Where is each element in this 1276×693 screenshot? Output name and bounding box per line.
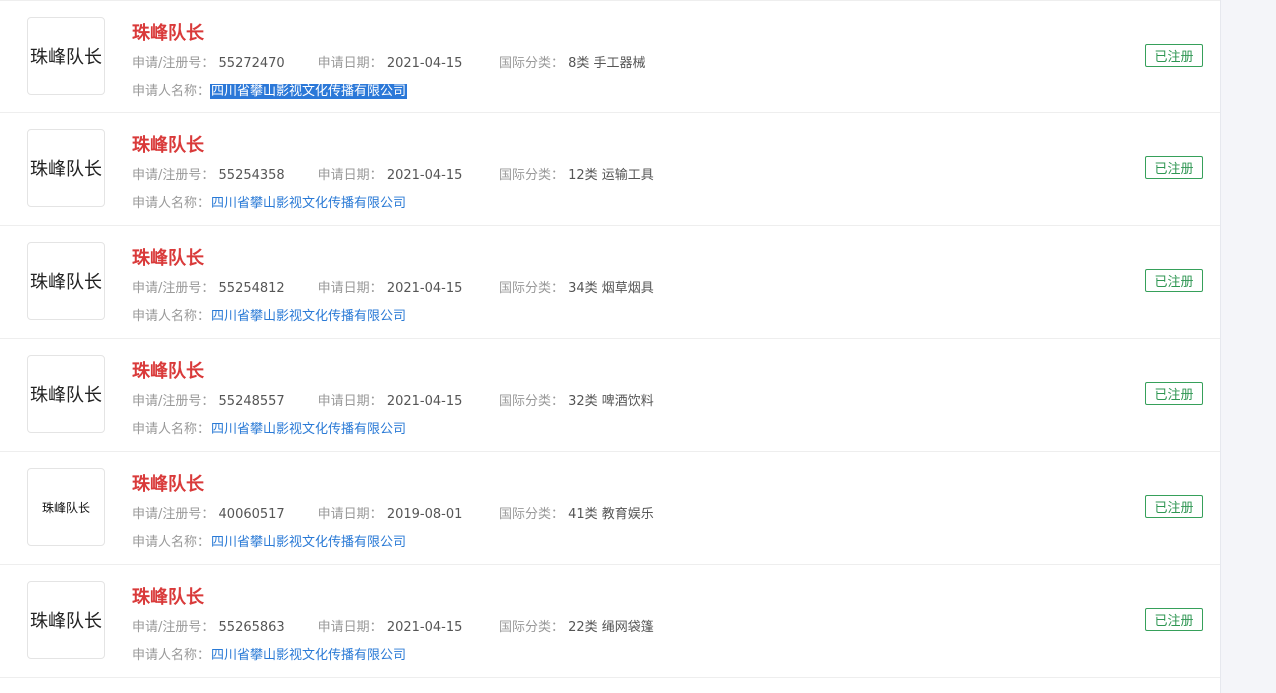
trademark-name[interactable]: 珠峰队长 (132, 470, 204, 496)
status-badge: 已注册 (1145, 44, 1203, 67)
class-value: 22类 绳网袋篷 (568, 620, 654, 635)
logo-text: 珠峰队长 (30, 385, 102, 406)
applicant-link[interactable]: 四川省攀山影视文化传播有限公司 (210, 84, 408, 99)
status-badge: 已注册 (1145, 156, 1203, 179)
applicant-link[interactable]: 四川省攀山影视文化传播有限公司 (210, 648, 407, 663)
trademark-name[interactable]: 珠峰队长 (132, 583, 204, 609)
class-value: 12类 运输工具 (568, 168, 654, 183)
reg-no-label: 申请/注册号： (132, 394, 215, 409)
trademark-meta: 申请/注册号： 55254812 申请日期： 2021-04-15 国际分类： … (132, 277, 654, 296)
applicant-line: 申请人名称：四川省攀山影视文化传播有限公司 (132, 80, 408, 99)
applicant-line: 申请人名称：四川省攀山影视文化传播有限公司 (132, 192, 407, 211)
applicant-label: 申请人名称： (132, 535, 211, 550)
trademark-logo[interactable]: 珠峰队长 (27, 129, 105, 207)
reg-no-value: 55265863 (218, 620, 285, 635)
applicant-line: 申请人名称：四川省攀山影视文化传播有限公司 (132, 305, 407, 324)
trademark-meta: 申请/注册号： 55254358 申请日期： 2021-04-15 国际分类： … (132, 164, 654, 183)
logo-text: 珠峰队长 (30, 159, 102, 180)
trademark-logo[interactable]: 珠峰队长 (27, 355, 105, 433)
applicant-label: 申请人名称： (132, 648, 211, 663)
reg-no-value: 55272470 (218, 56, 285, 71)
reg-no-value: 55254358 (218, 168, 285, 183)
date-label: 申请日期： (317, 394, 383, 409)
class-label: 国际分类： (498, 394, 564, 409)
trademark-logo[interactable]: 珠峰队长 (27, 468, 105, 546)
trademark-logo[interactable]: 珠峰队长 (27, 581, 105, 659)
class-label: 国际分类： (498, 281, 564, 296)
date-value: 2021-04-15 (386, 56, 463, 71)
trademark-name[interactable]: 珠峰队长 (132, 19, 204, 45)
applicant-line: 申请人名称：四川省攀山影视文化传播有限公司 (132, 644, 407, 663)
date-label: 申请日期： (317, 620, 383, 635)
trademark-row[interactable]: 珠峰队长 珠峰队长 申请/注册号： 55265863 申请日期： 2021-04… (0, 565, 1220, 678)
applicant-line: 申请人名称：四川省攀山影视文化传播有限公司 (132, 418, 407, 437)
reg-no-value: 55254812 (218, 281, 285, 296)
class-value: 41类 教育娱乐 (568, 507, 654, 522)
logo-text: 珠峰队长 (30, 611, 102, 632)
class-value: 34类 烟草烟具 (568, 281, 654, 296)
logo-text: 珠峰队长 (41, 500, 90, 515)
trademark-name[interactable]: 珠峰队长 (132, 131, 204, 157)
applicant-label: 申请人名称： (132, 196, 211, 211)
applicant-line: 申请人名称：四川省攀山影视文化传播有限公司 (132, 531, 407, 550)
trademark-name[interactable]: 珠峰队长 (132, 244, 204, 270)
applicant-link[interactable]: 四川省攀山影视文化传播有限公司 (210, 309, 407, 324)
trademark-meta: 申请/注册号： 40060517 申请日期： 2019-08-01 国际分类： … (132, 503, 654, 522)
applicant-link[interactable]: 四川省攀山影视文化传播有限公司 (210, 196, 407, 211)
date-value: 2021-04-15 (386, 168, 463, 183)
date-label: 申请日期： (317, 507, 383, 522)
trademark-meta: 申请/注册号： 55248557 申请日期： 2021-04-15 国际分类： … (132, 390, 654, 409)
reg-no-value: 40060517 (218, 507, 285, 522)
reg-no-label: 申请/注册号： (132, 168, 215, 183)
class-label: 国际分类： (498, 168, 564, 183)
reg-no-label: 申请/注册号： (132, 507, 215, 522)
logo-text: 珠峰队长 (30, 47, 102, 68)
applicant-label: 申请人名称： (132, 309, 211, 324)
reg-no-value: 55248557 (218, 394, 285, 409)
status-badge: 已注册 (1145, 495, 1203, 518)
class-value: 32类 啤酒饮料 (568, 394, 654, 409)
trademark-logo[interactable]: 珠峰队长 (27, 242, 105, 320)
date-label: 申请日期： (317, 281, 383, 296)
status-badge: 已注册 (1145, 382, 1203, 405)
class-label: 国际分类： (498, 507, 564, 522)
trademark-list: 珠峰队长 珠峰队长 申请/注册号： 55272470 申请日期： 2021-04… (0, 0, 1221, 693)
class-label: 国际分类： (498, 56, 564, 71)
trademark-row[interactable]: 珠峰队长 珠峰队长 申请/注册号： 55254358 申请日期： 2021-04… (0, 113, 1220, 226)
date-value: 2021-04-15 (386, 394, 463, 409)
trademark-row[interactable]: 珠峰队长 珠峰队长 申请/注册号： 55272470 申请日期： 2021-04… (0, 0, 1220, 113)
trademark-meta: 申请/注册号： 55265863 申请日期： 2021-04-15 国际分类： … (132, 616, 654, 635)
class-label: 国际分类： (498, 620, 564, 635)
trademark-row[interactable]: 珠峰队长 珠峰队长 申请/注册号： 55248557 申请日期： 2021-04… (0, 339, 1220, 452)
trademark-meta: 申请/注册号： 55272470 申请日期： 2021-04-15 国际分类： … (132, 52, 646, 71)
reg-no-label: 申请/注册号： (132, 620, 215, 635)
trademark-logo[interactable]: 珠峰队长 (27, 17, 105, 95)
date-value: 2019-08-01 (386, 507, 463, 522)
status-badge: 已注册 (1145, 269, 1203, 292)
date-label: 申请日期： (317, 56, 383, 71)
status-badge: 已注册 (1145, 608, 1203, 631)
trademark-name[interactable]: 珠峰队长 (132, 357, 204, 383)
logo-text: 珠峰队长 (30, 272, 102, 293)
reg-no-label: 申请/注册号： (132, 56, 215, 71)
applicant-link[interactable]: 四川省攀山影视文化传播有限公司 (210, 535, 407, 550)
trademark-row[interactable]: 珠峰队长 珠峰队长 申请/注册号： 55254812 申请日期： 2021-04… (0, 226, 1220, 339)
class-value: 8类 手工器械 (568, 56, 646, 71)
trademark-row[interactable]: 珠峰队长 珠峰队长 申请/注册号： 40060517 申请日期： 2019-08… (0, 452, 1220, 565)
applicant-label: 申请人名称： (132, 422, 211, 437)
date-label: 申请日期： (317, 168, 383, 183)
applicant-label: 申请人名称： (132, 84, 211, 99)
applicant-link[interactable]: 四川省攀山影视文化传播有限公司 (210, 422, 407, 437)
date-value: 2021-04-15 (386, 620, 463, 635)
reg-no-label: 申请/注册号： (132, 281, 215, 296)
date-value: 2021-04-15 (386, 281, 463, 296)
